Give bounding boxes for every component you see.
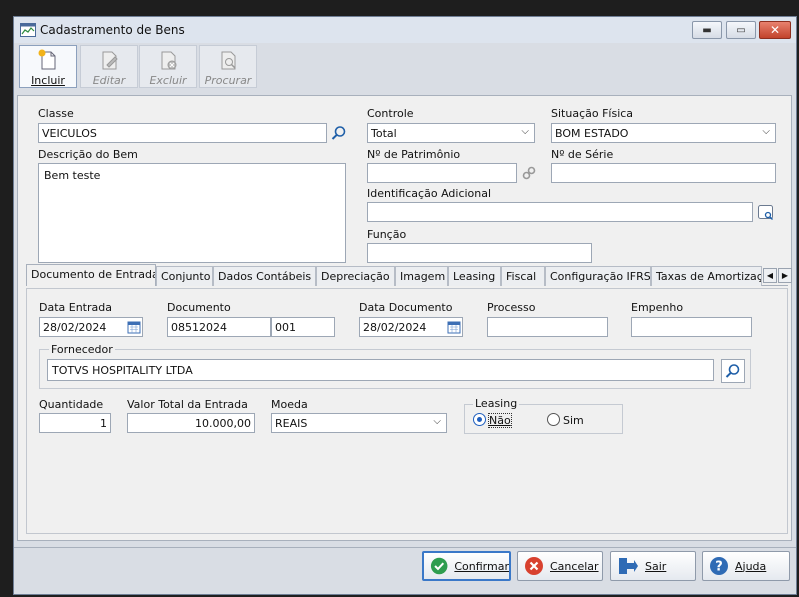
data-entrada-calendar-button[interactable] <box>124 317 144 337</box>
editar-button[interactable]: Editar <box>80 45 138 88</box>
leasing-nao-label[interactable]: Não <box>488 413 512 428</box>
excluir-button[interactable]: Excluir <box>139 45 197 88</box>
lookup-icon <box>758 205 773 220</box>
patrimonio-label: Nº de Patrimônio <box>367 148 461 161</box>
fornecedor-search-button[interactable] <box>721 359 745 383</box>
documento-serie-input[interactable]: 001 <box>271 317 335 337</box>
chevron-down-icon: ⌵ <box>521 126 529 137</box>
tab-depreciacao[interactable]: Depreciação <box>316 266 395 286</box>
maximize-icon: ▭ <box>736 24 746 36</box>
svg-text:?: ? <box>715 560 723 575</box>
minimize-button[interactable]: ▬ <box>692 21 722 39</box>
chevron-down-icon: ⌵ <box>433 416 441 427</box>
help-icon: ? <box>710 557 728 575</box>
classe-label: Classe <box>38 107 74 120</box>
form-panel: Classe VEICULOS Controle Total ⌵ Situaçã… <box>17 95 792 541</box>
close-icon: ✕ <box>769 23 781 37</box>
data-documento-calendar-button[interactable] <box>444 317 464 337</box>
confirmar-button[interactable]: Confirmar <box>422 551 511 581</box>
identificacao-label: Identificação Adicional <box>367 187 492 200</box>
main-window: Cadastramento de Bens ▬ ▭ ✕ Incluir Edit… <box>13 16 797 595</box>
classe-input[interactable]: VEICULOS <box>38 123 327 143</box>
delete-document-icon <box>161 51 177 70</box>
tab-strip: Documento de Entrada Conjunto Dados Cont… <box>26 264 792 286</box>
valor-total-label: Valor Total da Entrada <box>127 398 248 411</box>
processo-label: Processo <box>487 301 536 314</box>
classe-search-button[interactable] <box>329 123 349 143</box>
fornecedor-input[interactable]: TOTVS HOSPITALITY LTDA <box>47 359 714 381</box>
tab-dados-contabeis[interactable]: Dados Contábeis <box>213 266 316 286</box>
fornecedor-label: Fornecedor <box>49 343 115 356</box>
search-icon <box>725 364 740 378</box>
valor-total-input[interactable]: 10.000,00 <box>127 413 255 433</box>
procurar-button[interactable]: Procurar <box>199 45 257 88</box>
leasing-sim-radio[interactable] <box>547 413 560 426</box>
tab-leasing[interactable]: Leasing <box>448 266 501 286</box>
tab-imagem[interactable]: Imagem <box>395 266 448 286</box>
documento-label: Documento <box>167 301 231 314</box>
empenho-input[interactable] <box>631 317 752 337</box>
controle-label: Controle <box>367 107 414 120</box>
title-bar: Cadastramento de Bens ▬ ▭ ✕ <box>14 17 796 43</box>
quantidade-label: Quantidade <box>39 398 104 411</box>
documento-input[interactable]: 08512024 <box>167 317 271 337</box>
serie-label: Nº de Série <box>551 148 614 161</box>
moeda-select[interactable]: REAIS ⌵ <box>271 413 447 433</box>
controle-select[interactable]: Total ⌵ <box>367 123 535 143</box>
identificacao-input[interactable] <box>367 202 753 222</box>
window-title: Cadastramento de Bens <box>40 23 185 37</box>
tab-content: Data Entrada 28/02/2024 Documento 085120… <box>26 288 788 534</box>
chevron-down-icon: ⌵ <box>762 126 770 137</box>
arrow-left-icon: ◀ <box>766 271 774 280</box>
check-circle-icon <box>430 557 448 575</box>
serie-input[interactable] <box>551 163 776 183</box>
tab-scroll-left-button[interactable]: ◀ <box>763 268 777 283</box>
maximize-button[interactable]: ▭ <box>726 21 756 39</box>
sair-button[interactable]: Sair <box>610 551 696 581</box>
new-document-icon <box>38 49 56 70</box>
tab-fiscal[interactable]: Fiscal <box>501 266 545 286</box>
incluir-button[interactable]: Incluir <box>19 45 77 88</box>
cancel-circle-icon <box>525 557 543 575</box>
situacao-select[interactable]: BOM ESTADO ⌵ <box>551 123 776 143</box>
cancelar-button[interactable]: Cancelar <box>517 551 603 581</box>
chart-window-icon <box>20 23 36 37</box>
close-button[interactable]: ✕ <box>759 21 791 39</box>
edit-document-icon <box>102 51 118 70</box>
descricao-label: Descrição do Bem <box>38 148 138 161</box>
funcao-label: Função <box>367 228 407 241</box>
data-entrada-label: Data Entrada <box>39 301 112 314</box>
processo-input[interactable] <box>487 317 608 337</box>
tab-documento-entrada[interactable]: Documento de Entrada <box>26 264 156 286</box>
arrow-right-icon: ▶ <box>781 271 789 280</box>
calendar-icon <box>127 321 141 334</box>
exit-door-icon <box>619 558 638 574</box>
funcao-input[interactable] <box>367 243 592 263</box>
search-document-icon <box>221 51 236 70</box>
patrimonio-link-button[interactable] <box>519 163 539 183</box>
data-documento-label: Data Documento <box>359 301 453 314</box>
tab-conjunto[interactable]: Conjunto <box>156 266 213 286</box>
search-icon <box>331 126 346 140</box>
ajuda-button[interactable]: ? Ajuda <box>702 551 790 581</box>
leasing-nao-radio[interactable] <box>473 413 486 426</box>
leasing-sim-label[interactable]: Sim <box>563 414 584 427</box>
link-icon <box>522 166 536 180</box>
descricao-textarea[interactable]: Bem teste <box>38 163 346 263</box>
tab-taxas-amortizacao[interactable]: Taxas de Amortizaçã <box>651 266 762 286</box>
tab-scroll-right-button[interactable]: ▶ <box>778 268 792 283</box>
patrimonio-input[interactable] <box>367 163 517 183</box>
moeda-label: Moeda <box>271 398 308 411</box>
empenho-label: Empenho <box>631 301 684 314</box>
identificacao-lookup-button[interactable] <box>756 202 776 222</box>
tab-configuracao-ifrs[interactable]: Configuração IFRS <box>545 266 651 286</box>
minimize-icon: ▬ <box>702 24 712 36</box>
situacao-label: Situação Física <box>551 107 634 120</box>
calendar-icon <box>447 321 461 334</box>
footer-bar: Confirmar Cancelar Sair ? Ajuda <box>14 547 796 595</box>
quantidade-input[interactable]: 1 <box>39 413 111 433</box>
leasing-label: Leasing <box>473 397 520 410</box>
